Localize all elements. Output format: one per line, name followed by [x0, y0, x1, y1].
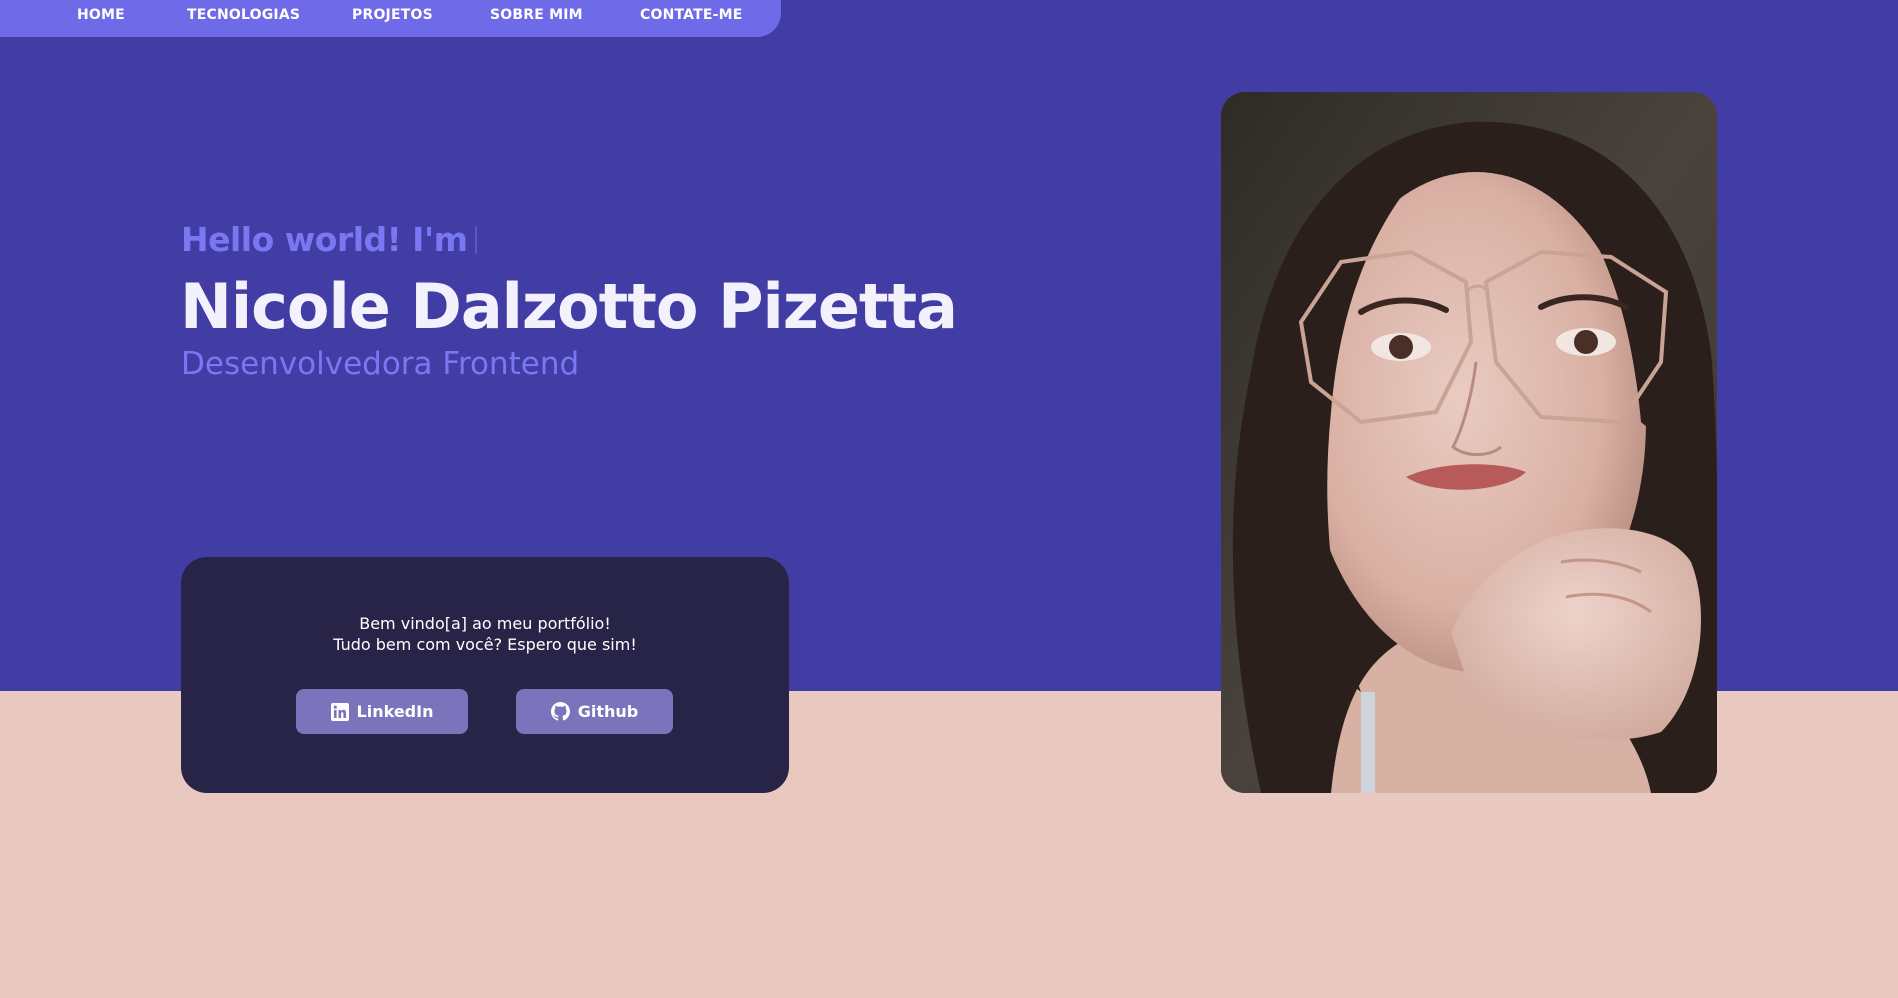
welcome-line-2: Tudo bem com você? Espero que sim! — [333, 635, 637, 654]
profile-photo-illustration — [1221, 92, 1717, 793]
hero-greeting: Hello world! I'm — [181, 220, 478, 259]
welcome-card: Bem vindo[a] ao meu portfólio! Tudo bem … — [181, 557, 789, 793]
github-label: Github — [577, 702, 639, 721]
top-navbar: HOME TECNOLOGIAS PROJETOS SOBRE MIM CONT… — [0, 0, 781, 37]
welcome-message: Bem vindo[a] ao meu portfólio! Tudo bem … — [181, 613, 789, 655]
nav-tecnologias[interactable]: TECNOLOGIAS — [187, 0, 300, 33]
nav-projetos[interactable]: PROJETOS — [352, 0, 433, 33]
github-icon — [550, 702, 570, 721]
hero-name: Nicole Dalzotto Pizetta — [180, 270, 958, 343]
nav-sobre-mim[interactable]: SOBRE MIM — [490, 0, 583, 33]
github-button[interactable]: Github — [516, 689, 673, 734]
linkedin-label: LinkedIn — [356, 702, 434, 721]
greeting-text: Hello world! I'm — [181, 220, 468, 259]
linkedin-icon — [330, 702, 349, 721]
nav-contate-me[interactable]: CONTATE-ME — [640, 0, 743, 33]
welcome-line-1: Bem vindo[a] ao meu portfólio! — [359, 614, 611, 633]
profile-photo — [1221, 92, 1717, 793]
nav-home[interactable]: HOME — [77, 0, 125, 33]
linkedin-button[interactable]: LinkedIn — [296, 689, 468, 734]
typing-cursor — [475, 225, 478, 254]
portfolio-page: HOME TECNOLOGIAS PROJETOS SOBRE MIM CONT… — [0, 0, 1898, 998]
hero-role: Desenvolvedora Frontend — [181, 346, 580, 382]
